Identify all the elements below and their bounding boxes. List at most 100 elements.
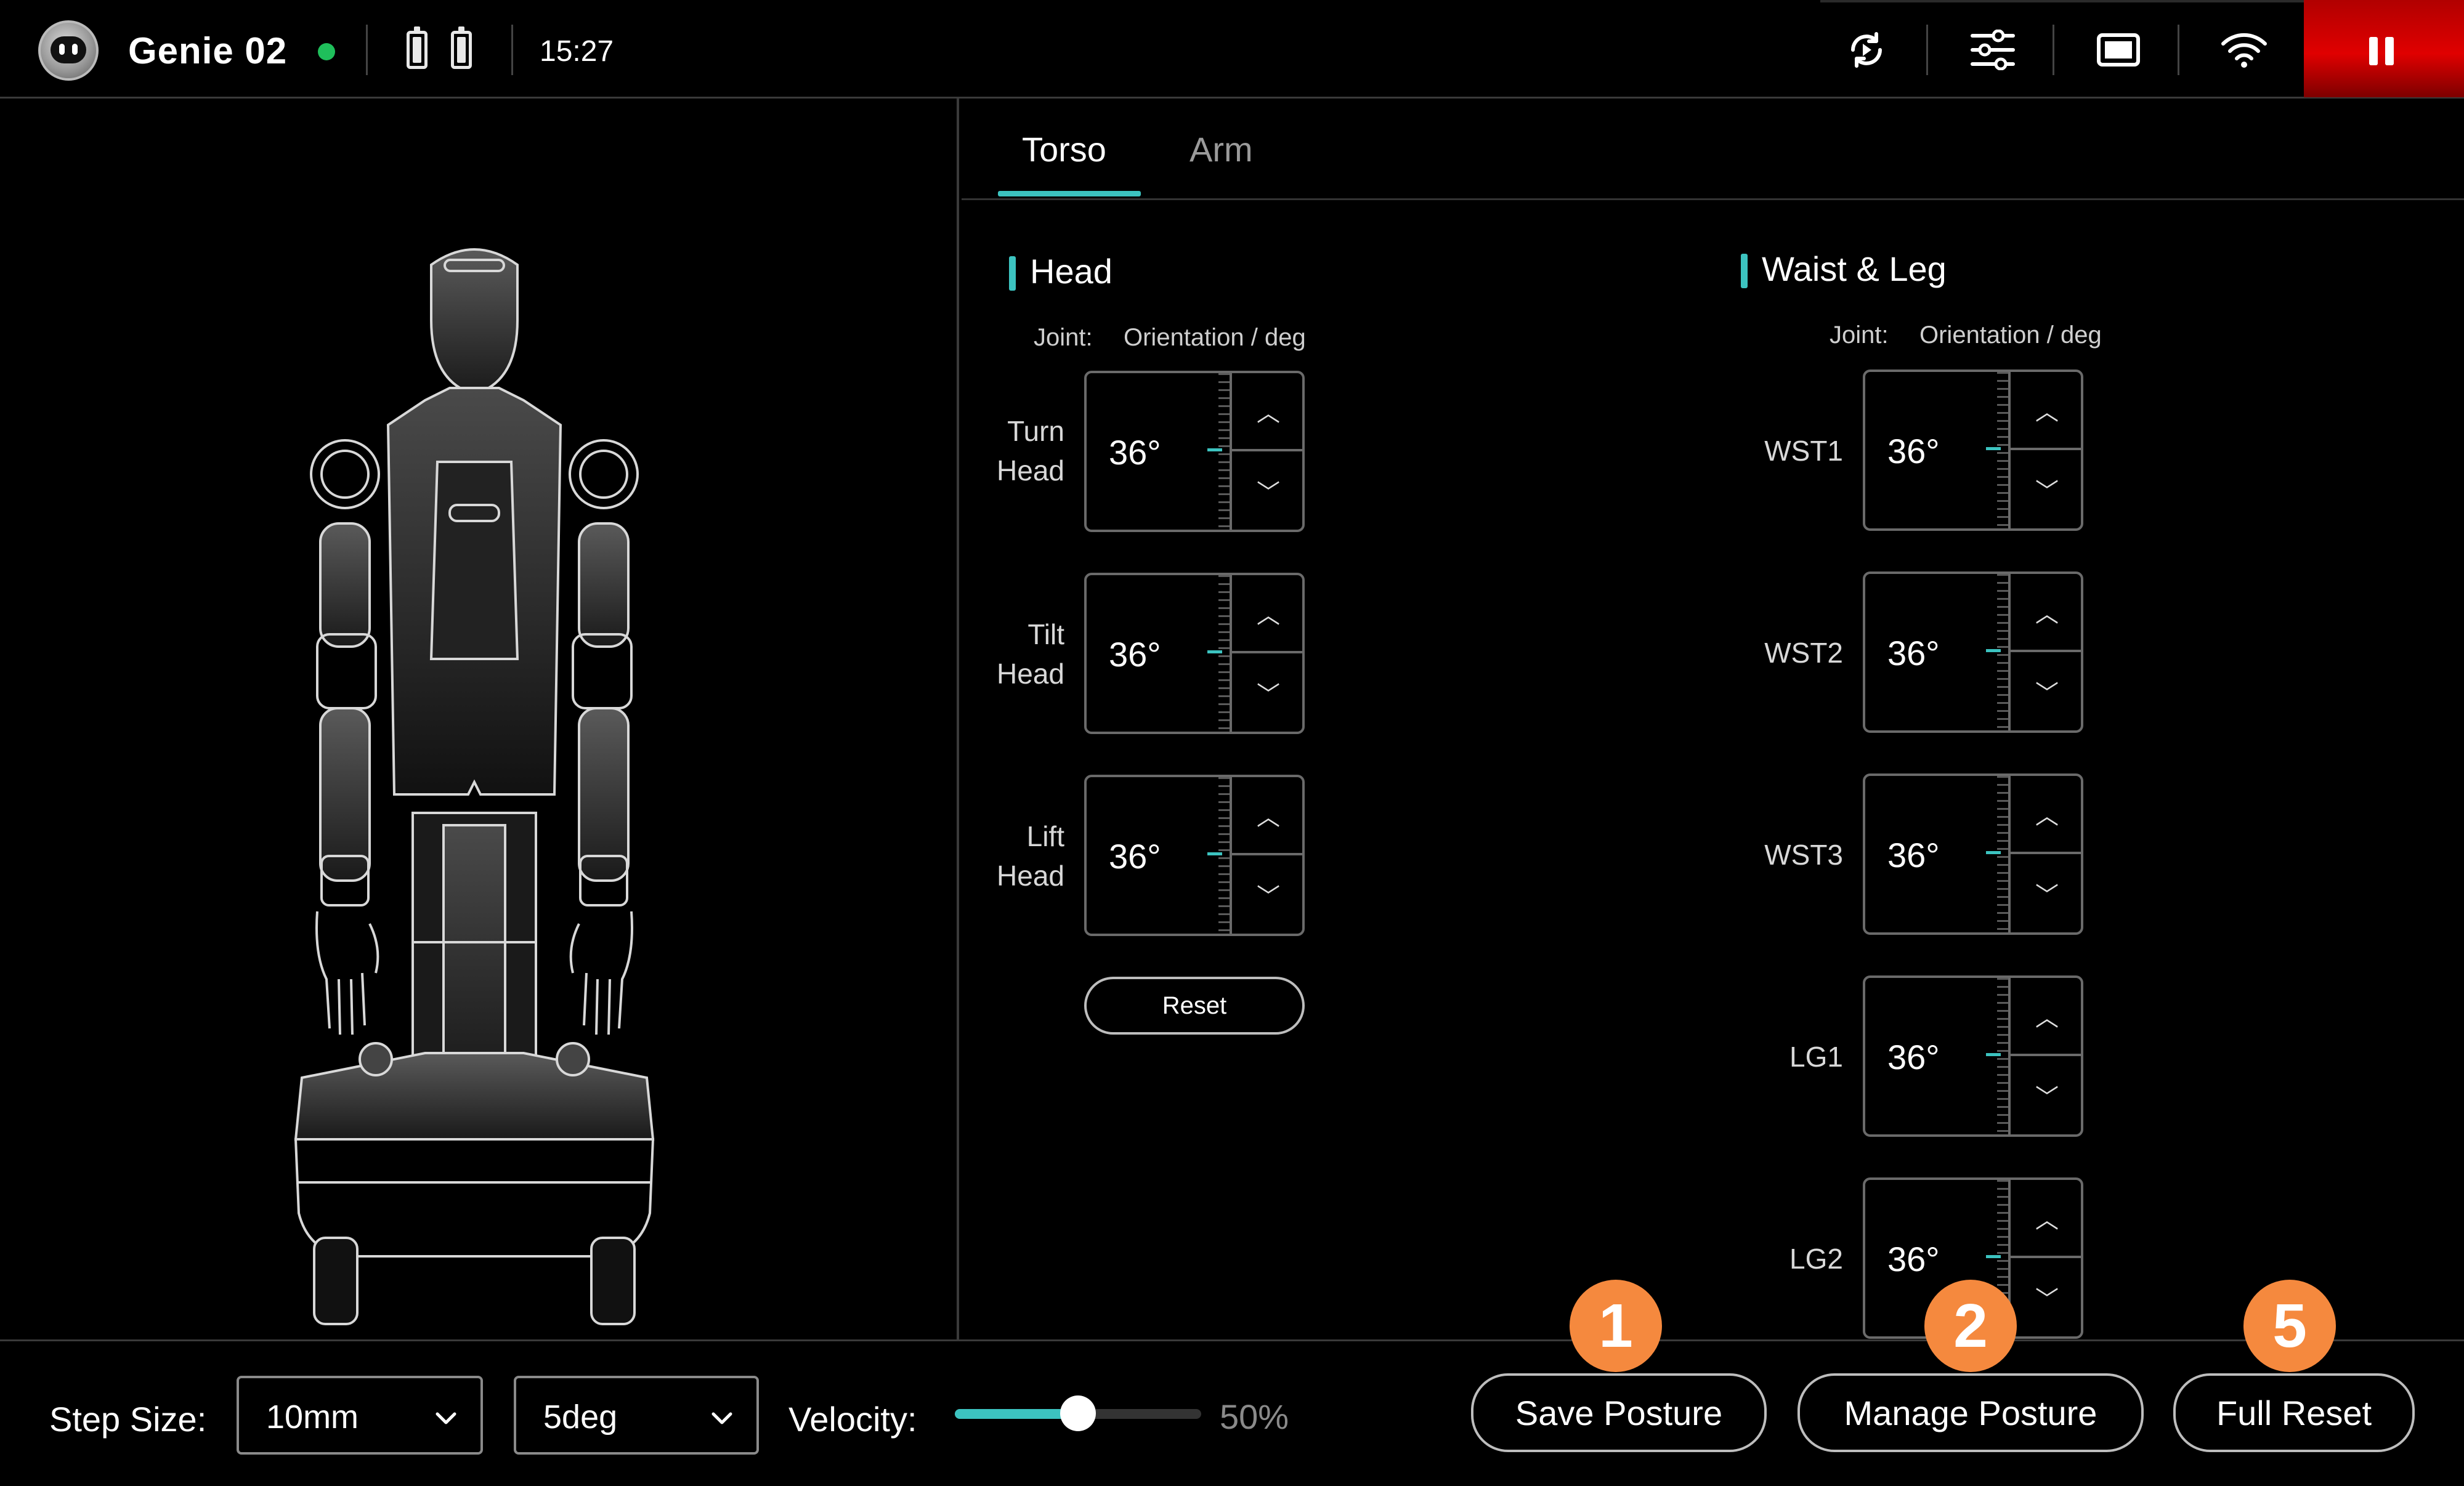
joint-label-wst3: WST3 <box>1764 839 1843 871</box>
increment-button[interactable]: ︿ <box>2011 978 2083 1056</box>
chevron-down-icon <box>711 1412 732 1424</box>
decrement-button[interactable]: ﹀ <box>1232 855 1305 934</box>
tab-torso[interactable]: Torso <box>1022 129 1106 169</box>
increment-button[interactable]: ︿ <box>1232 575 1305 653</box>
increment-button[interactable]: ︿ <box>1232 777 1305 855</box>
joint-label-wst1: WST1 <box>1764 435 1843 467</box>
pause-icon <box>2369 37 2378 65</box>
increment-button[interactable]: ︿ <box>2011 776 2083 854</box>
chevron-up-icon: ︿ <box>2035 804 2059 830</box>
divider <box>366 25 368 75</box>
velocity-slider-fill <box>955 1409 1078 1419</box>
joint-label-lift-head: Lift Head <box>997 820 1064 892</box>
annotation-badge: 2 <box>1924 1280 2017 1372</box>
decrement-button[interactable]: ﹀ <box>2011 450 2083 528</box>
save-posture-button[interactable]: Save Posture <box>1471 1373 1767 1452</box>
increment-button[interactable]: ︿ <box>2011 372 2083 450</box>
battery-icon <box>407 26 428 69</box>
decrement-button[interactable]: ﹀ <box>2011 1258 2083 1336</box>
robot-illustration <box>294 248 655 1325</box>
wst2-stepper[interactable]: 36° ︿ ﹀ <box>1863 571 2083 733</box>
head-section-title: Head <box>1009 251 1112 291</box>
decrement-button[interactable]: ﹀ <box>1232 653 1305 732</box>
scale-ruler <box>1211 777 1230 934</box>
chevron-down-icon: ﹀ <box>2035 1287 2059 1313</box>
joint-column-label: Joint: <box>1034 324 1093 351</box>
lift-head-stepper[interactable]: 36° ︿ ﹀ <box>1084 775 1305 936</box>
refresh-play-icon[interactable] <box>1839 22 1894 78</box>
head-reset-button[interactable]: Reset <box>1084 977 1305 1035</box>
scale-ruler <box>1990 776 2008 932</box>
waist-leg-section-title: Waist & Leg <box>1741 249 1947 289</box>
robot-preview-panel <box>0 99 959 1339</box>
chevron-up-icon: ︿ <box>2035 400 2059 426</box>
joint-value[interactable]: 36° <box>1887 633 1940 673</box>
chevron-down-icon: ﹀ <box>1256 884 1280 910</box>
scale-ruler <box>1211 373 1230 530</box>
tilt-head-stepper[interactable]: 36° ︿ ﹀ <box>1084 573 1305 734</box>
divider <box>1926 25 1928 75</box>
orientation-column-label: Orientation / deg <box>1124 324 1306 351</box>
joint-value[interactable]: 36° <box>1109 836 1161 876</box>
wifi-icon[interactable] <box>2216 22 2272 78</box>
velocity-slider-handle[interactable] <box>1060 1395 1096 1431</box>
chevron-down-icon: ﹀ <box>1256 682 1280 708</box>
chevron-down-icon: ﹀ <box>2035 883 2059 909</box>
joint-value[interactable]: 36° <box>1887 431 1940 471</box>
joint-label-turn-head: Turn Head <box>997 415 1064 487</box>
chevron-up-icon: ︿ <box>2035 602 2059 628</box>
tab-arm[interactable]: Arm <box>1189 129 1253 169</box>
chevron-up-icon: ︿ <box>1256 603 1280 629</box>
step-deg-select[interactable]: 5deg <box>514 1376 759 1455</box>
wst1-stepper[interactable]: 36° ︿ ﹀ <box>1863 369 2083 531</box>
annotation-badge: 1 <box>1570 1280 1662 1372</box>
divider <box>2178 25 2179 75</box>
manage-posture-button[interactable]: Manage Posture <box>1797 1373 2144 1452</box>
robot-name: Genie 02 <box>128 30 288 71</box>
active-tab-indicator <box>998 191 1141 196</box>
joint-value[interactable]: 36° <box>1887 835 1940 875</box>
increment-button[interactable]: ︿ <box>2011 1180 2083 1258</box>
joint-column-label: Joint: <box>1830 321 1889 349</box>
lg1-stepper[interactable]: 36° ︿ ﹀ <box>1863 975 2083 1137</box>
joint-label-tilt-head: Tilt Head <box>997 618 1064 690</box>
annotation-badge: 5 <box>2243 1280 2336 1372</box>
step-mm-select[interactable]: 10mm <box>237 1376 483 1455</box>
increment-button[interactable]: ︿ <box>2011 574 2083 652</box>
decrement-button[interactable]: ﹀ <box>2011 1056 2083 1134</box>
chevron-up-icon: ︿ <box>1256 805 1280 831</box>
full-reset-button[interactable]: Full Reset <box>2173 1373 2415 1452</box>
robot-face-icon <box>38 20 99 81</box>
joint-value[interactable]: 36° <box>1887 1037 1940 1077</box>
joint-value[interactable]: 36° <box>1887 1239 1940 1279</box>
chevron-up-icon: ︿ <box>2035 1006 2059 1032</box>
divider <box>2053 25 2054 75</box>
clock: 15:27 <box>540 35 614 68</box>
top-bar: Genie 02 15:27 <box>0 0 2464 99</box>
increment-button[interactable]: ︿ <box>1232 373 1305 451</box>
decrement-button[interactable]: ﹀ <box>1232 451 1305 530</box>
joint-label-lg1: LG1 <box>1789 1041 1843 1073</box>
divider <box>511 25 513 75</box>
velocity-percent: 50% <box>1220 1397 1289 1436</box>
joint-label-wst2: WST2 <box>1764 637 1843 669</box>
joint-value[interactable]: 36° <box>1109 432 1161 472</box>
joint-value[interactable]: 36° <box>1109 634 1161 674</box>
velocity-slider[interactable] <box>955 1395 1201 1431</box>
scale-ruler <box>1211 575 1230 732</box>
chevron-down-icon: ﹀ <box>2035 1085 2059 1111</box>
step-size-label: Step Size: <box>49 1400 207 1439</box>
orientation-column-label: Orientation / deg <box>1919 321 2102 349</box>
pause-stop-button[interactable] <box>2304 0 2464 97</box>
turn-head-stepper[interactable]: 36° ︿ ﹀ <box>1084 371 1305 532</box>
connection-status-dot <box>318 43 335 60</box>
decrement-button[interactable]: ﹀ <box>2011 652 2083 730</box>
wst3-stepper[interactable]: 36° ︿ ﹀ <box>1863 773 2083 935</box>
screen-icon[interactable] <box>2091 22 2146 78</box>
chevron-down-icon: ﹀ <box>1256 480 1280 506</box>
chevron-up-icon: ︿ <box>2035 1208 2059 1234</box>
scale-ruler <box>1990 372 2008 528</box>
battery-icon <box>451 26 472 69</box>
sliders-icon[interactable] <box>1965 22 2020 78</box>
decrement-button[interactable]: ﹀ <box>2011 854 2083 932</box>
